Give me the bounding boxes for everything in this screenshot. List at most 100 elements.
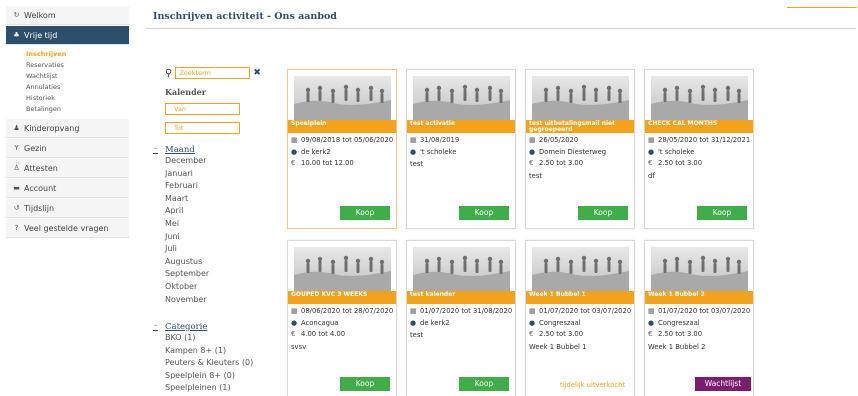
koop-button[interactable]: Koop — [578, 206, 628, 220]
search-row: ⚲ ✖ — [165, 67, 261, 79]
location-pin-icon: ● — [410, 318, 417, 327]
sidebar-item-tijdslijn[interactable]: ↺ Tijdslijn — [6, 199, 129, 218]
activity-card[interactable]: test activatie ▦ 31/08/2019 ●'t scholeke tes… — [406, 69, 516, 229]
maand-filter-item[interactable]: Mei — [165, 218, 209, 231]
subnav-item-historiek[interactable]: Historiek — [26, 93, 129, 104]
activity-price: 4.00 tot 4.00 — [301, 330, 346, 338]
location-pin-icon: ● — [648, 318, 655, 327]
maand-filter-item[interactable]: Juli — [165, 243, 209, 256]
activity-date: 01/07/2020 tot 03/07/2020 — [539, 307, 632, 315]
activity-info: ▦ 08/06/2020 tot 28/07/2020 ● Aconcagua €4.0… — [291, 307, 395, 351]
sidebar-item-faq[interactable]: ? Veel gestelde vragen — [6, 219, 129, 238]
activity-card[interactable]: Speelplein ▦ 09/08/2018 tot 05/06/2020 ● de … — [287, 69, 397, 229]
activity-info: ▦ 01/07/2020 tot 03/07/2020 ● Congreszaal €2… — [648, 307, 752, 350]
maand-filter-item[interactable]: December — [165, 155, 209, 168]
activity-date: 01/07/2020 tot 31/08/2020 — [420, 307, 513, 315]
categorie-filter-item[interactable]: Peuters & Kleuters (0) — [165, 357, 253, 370]
sidebar-item-label: Gezin — [24, 143, 47, 153]
euro-icon: € — [648, 330, 653, 338]
activity-location: Domein Diesterweg — [539, 147, 607, 156]
koop-button[interactable]: Koop — [459, 377, 509, 391]
price-row: €2.50 tot 3.00 — [529, 330, 633, 339]
koop-button[interactable]: Koop — [340, 206, 390, 220]
activity-description: test — [410, 331, 424, 339]
maand-filter-item[interactable]: Februari — [165, 180, 209, 193]
maand-filter-item[interactable]: November — [165, 294, 209, 307]
categorie-filter-header[interactable]: ⌃ Categorie — [153, 322, 253, 332]
subnav-item-annulaties[interactable]: Annulaties — [26, 82, 129, 93]
maand-filter-item[interactable]: April — [165, 205, 209, 218]
location-row: ● Congreszaal — [529, 319, 633, 328]
activity-description: df — [648, 171, 655, 180]
sidebar-item-kinderopvang[interactable]: ♟ Kinderopvang — [6, 119, 129, 138]
maand-filter-item[interactable]: Maart — [165, 193, 209, 206]
euro-icon: € — [291, 159, 296, 167]
activity-card[interactable]: GOUPED KVC 3 WEEKS ▦ 08/06/2020 tot 28/07/… — [287, 240, 397, 396]
koop-button[interactable]: Koop — [697, 206, 747, 220]
wachtlijst-button[interactable]: Wachtlijst — [695, 377, 751, 391]
subnav-item-betalingen[interactable]: Betalingen — [26, 104, 129, 115]
maand-filter-header[interactable]: ⌃ Maand — [153, 145, 209, 155]
maand-filter-item[interactable]: Augustus — [165, 256, 209, 269]
activity-card[interactable]: test kalender ▦ 01/07/2020 tot 31/08/2020 ●… — [406, 240, 516, 396]
activity-card[interactable]: Week 1 Bubbel 1 ▦ 01/07/2020 tot 03/07/202… — [525, 240, 635, 396]
calendar-icon: ▦ — [291, 136, 298, 144]
sidebar-item-welkom[interactable]: ↻ Welkom — [6, 6, 129, 25]
maand-filter-item[interactable]: Januari — [165, 168, 209, 181]
location-row: ● Aconcagua — [291, 318, 395, 328]
subnav-item-inschrijven[interactable]: Inschrijven — [26, 49, 129, 60]
sidebar-item-label: Veel gestelde vragen — [24, 223, 109, 233]
categorie-filter-title: Categorie — [165, 322, 208, 332]
activity-card[interactable]: Week 1 Bubbel 2 ▦ 01/07/2020 tot 03/07/202… — [644, 240, 754, 396]
date-row: ▦ 09/08/2018 tot 05/06/2020 — [291, 136, 395, 145]
subnav-item-reservaties[interactable]: Reservaties — [26, 60, 129, 71]
koop-button[interactable]: Koop — [459, 206, 509, 220]
location-row: ● Domein Diesterweg — [529, 147, 633, 157]
location-pin-icon: ● — [529, 147, 536, 156]
maand-filter-item[interactable]: September — [165, 268, 209, 281]
collapse-icon: ⌃ — [153, 146, 159, 154]
subnav-item-wachtlijst[interactable]: Wachtlijst — [26, 71, 129, 82]
maand-filter-item[interactable]: Juni — [165, 231, 209, 244]
sidebar-item-gezin[interactable]: Y Gezin — [6, 139, 129, 158]
search-input[interactable] — [175, 67, 251, 79]
date-row: ▦ 08/06/2020 tot 28/07/2020 — [291, 307, 395, 316]
sidebar-item-attesten[interactable]: ♙ Attesten — [6, 159, 129, 178]
leisure-icon: ♣ — [13, 31, 20, 39]
welcome-icon: ↻ — [13, 11, 20, 19]
date-row: ▦ 01/07/2020 tot 03/07/2020 — [529, 307, 633, 316]
timeline-icon: ↺ — [13, 204, 20, 212]
activity-card[interactable]: test uitbetalingsmail niet gegroepeerd ▦ 2… — [525, 69, 635, 229]
categorie-filter-item[interactable]: Speelpleinen (1) — [165, 382, 253, 395]
maand-filter-list: December Januari Februari Maart April Mei Juni… — [153, 155, 209, 306]
activity-location: Aconcagua — [301, 318, 339, 327]
date-to-input[interactable] — [165, 122, 240, 134]
categorie-filter-item[interactable]: BKO (1) — [165, 332, 253, 345]
activity-price: 2.50 tot 3.00 — [658, 330, 703, 338]
clear-icon[interactable]: ✖ — [253, 68, 261, 78]
activity-date: 08/06/2020 tot 28/07/2020 — [301, 307, 394, 315]
activity-title: CHECK CAL MONTHS — [645, 120, 753, 133]
calendar-icon: ▦ — [410, 136, 417, 144]
activity-title: test activatie — [407, 120, 515, 133]
certificate-icon: ♙ — [13, 164, 20, 172]
sidebar-item-vrije-tijd[interactable]: ♣ Vrije tijd — [6, 26, 129, 45]
location-pin-icon: ● — [648, 147, 655, 156]
location-row: ● Congreszaal — [648, 318, 752, 328]
activity-card[interactable]: CHECK CAL MONTHS ▦ 28/05/2020 tot 31/12/20… — [644, 69, 754, 229]
activity-description: svsv — [291, 342, 307, 351]
activity-price: 10.00 tot 12.00 — [301, 159, 354, 167]
date-from-input[interactable] — [165, 103, 240, 115]
categorie-filter-item[interactable]: Speelplein 8+ (0) — [165, 370, 253, 383]
activity-photo — [532, 247, 629, 291]
activity-photo — [651, 76, 748, 120]
sidebar-item-account[interactable]: ▬ Account — [6, 179, 129, 198]
sidebar-subnav: Inschrijven Reservaties Wachtlijst Annul… — [6, 46, 129, 119]
categorie-filter-list: BKO (1) Kampen 8+ (1) Peuters & Kleuters (… — [153, 332, 253, 395]
price-row: €4.00 tot 4.00 — [291, 330, 395, 339]
activity-title: test uitbetalingsmail niet gegroepeerd — [526, 120, 634, 133]
date-row: ▦ 26/05/2020 — [529, 136, 633, 145]
maand-filter-item[interactable]: Oktober — [165, 281, 209, 294]
koop-button[interactable]: Koop — [340, 377, 390, 391]
categorie-filter-item[interactable]: Kampen 8+ (1) — [165, 345, 253, 358]
